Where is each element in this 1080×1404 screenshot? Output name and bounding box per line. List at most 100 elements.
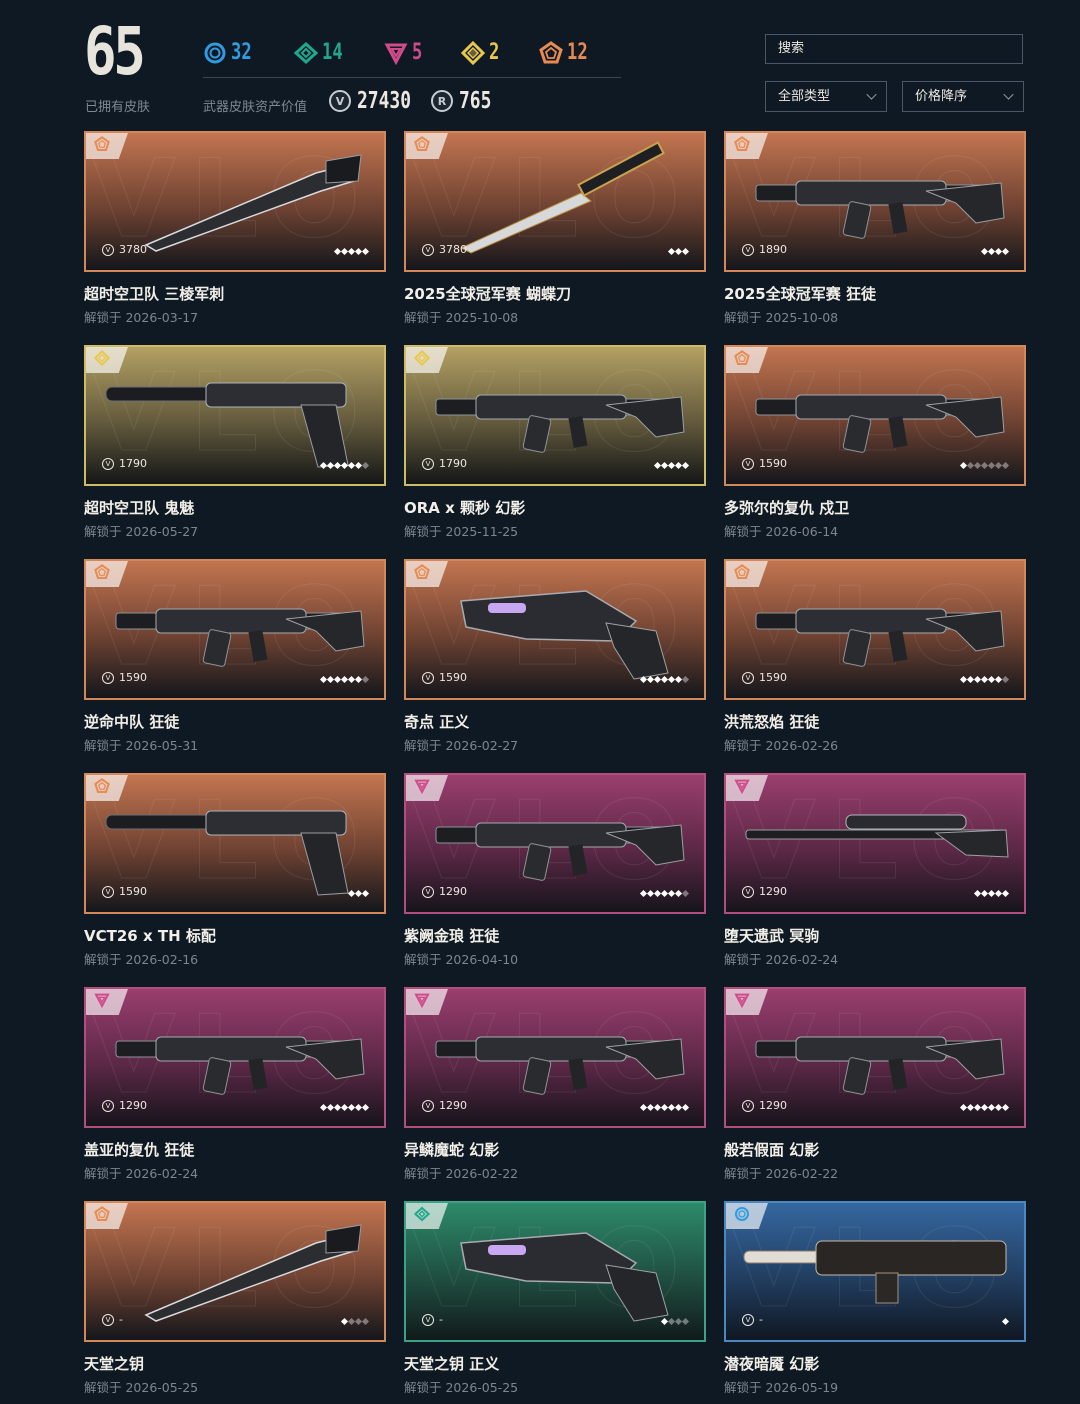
skin-image-panel[interactable]: VLOI V 1590 xyxy=(724,345,1026,486)
valorant-points-icon: V xyxy=(742,885,754,898)
valorant-points-icon: V xyxy=(422,243,434,256)
skin-image-panel[interactable]: VLOI V 1590 xyxy=(84,773,386,914)
skin-card[interactable]: VLOI V 3780 超时空卫队 三棱军刺 解锁于 2026-03-17 xyxy=(84,131,386,331)
sort-select[interactable]: 价格降序 xyxy=(902,81,1024,112)
skin-card[interactable]: VLOI V - 天堂之钥 正义 解锁于 2026-05-25 xyxy=(404,1201,706,1401)
skin-image-panel[interactable]: VLOI V 3780 xyxy=(84,131,386,272)
premium-tier-icon xyxy=(414,778,430,798)
level-pip xyxy=(361,889,370,898)
skin-card[interactable]: VLOI V 1790 ORA x 颗秒 幻影 解锁于 2025-11-25 xyxy=(404,345,706,545)
valorant-points-icon: V xyxy=(742,1313,754,1326)
rp-value: R 765 xyxy=(431,88,501,114)
skin-price-value: 1290 xyxy=(759,1099,787,1112)
level-pip xyxy=(1001,1317,1010,1326)
tier-count-premium: 5 xyxy=(384,40,425,65)
skin-image-panel[interactable]: VLOI V 3780 xyxy=(404,131,706,272)
skin-image-panel[interactable]: VLOI V 1790 xyxy=(84,345,386,486)
skin-name: 2025全球冠军赛 狂徒 xyxy=(724,285,876,303)
skin-price: V 1590 xyxy=(742,671,787,684)
skin-unlock-date: 解锁于 2026-05-31 xyxy=(84,738,199,753)
skin-card[interactable]: VLOI V 1590 洪荒怒焰 狂徒 解锁于 2026-02-26 xyxy=(724,559,1026,759)
skin-name: ORA x 颗秒 幻影 xyxy=(404,499,526,517)
valorant-points-icon: V xyxy=(102,457,114,470)
level-pip xyxy=(361,1317,370,1326)
ultra-tier-count: 2 xyxy=(489,40,500,65)
level-pip xyxy=(681,1103,690,1112)
skin-price: V - xyxy=(422,1313,443,1326)
weapon-image xyxy=(86,1203,384,1340)
skin-price: V 1790 xyxy=(422,457,467,470)
level-pip xyxy=(361,461,370,470)
skin-card[interactable]: VLOI V 1590 多弥尔的复仇 戍卫 解锁于 2026-06-14 xyxy=(724,345,1026,545)
level-pip xyxy=(1001,889,1010,898)
tier-count-select: 32 xyxy=(203,40,258,65)
skin-image-panel[interactable]: VLOI V 1290 xyxy=(724,987,1026,1128)
valorant-points-icon: V xyxy=(422,885,434,898)
skin-name: 多弥尔的复仇 戍卫 xyxy=(724,499,850,517)
skin-image-panel[interactable]: VLOI V 1290 xyxy=(404,773,706,914)
skin-card[interactable]: VLOI V 1290 紫阙金琅 狂徒 解锁于 2026-04-10 xyxy=(404,773,706,973)
skin-image-panel[interactable]: VLOI V - xyxy=(724,1201,1026,1342)
skin-price: V 1290 xyxy=(742,1099,787,1112)
level-pip xyxy=(1001,675,1010,684)
skin-card[interactable]: VLOI V 3780 2025全球冠军赛 蝴蝶刀 解锁于 2025-10-08 xyxy=(404,131,706,331)
skin-card[interactable]: VLOI V - 天堂之钥 解锁于 2026-05-25 xyxy=(84,1201,386,1401)
level-pip xyxy=(681,247,690,256)
skin-image-panel[interactable]: VLOI V 1290 xyxy=(404,987,706,1128)
skin-unlock-date: 解锁于 2026-05-25 xyxy=(404,1380,519,1395)
valorant-points-icon: V xyxy=(102,1313,114,1326)
skin-image-panel[interactable]: VLOI V - xyxy=(404,1201,706,1342)
skin-image-panel[interactable]: VLOI V 1290 xyxy=(724,773,1026,914)
skin-price-value: 1290 xyxy=(439,885,467,898)
level-pip xyxy=(1001,247,1010,256)
skin-card[interactable]: VLOI V 1790 超时空卫队 鬼魅 解锁于 2026-05-27 xyxy=(84,345,386,545)
skin-price-value: 1790 xyxy=(119,457,147,470)
skin-name: 超时空卫队 三棱军刺 xyxy=(84,285,225,303)
skin-unlock-date: 解锁于 2025-11-25 xyxy=(404,524,519,539)
skin-price-value: 1290 xyxy=(439,1099,467,1112)
skin-image-panel[interactable]: VLOI V 1790 xyxy=(404,345,706,486)
upgrade-levels xyxy=(667,247,690,256)
deluxe-tier-icon xyxy=(413,1206,431,1226)
skin-price-value: 1590 xyxy=(759,457,787,470)
skin-price-value: - xyxy=(119,1313,123,1326)
skin-name: 异鳞魔蛇 幻影 xyxy=(404,1141,500,1159)
skin-card[interactable]: VLOI V - 潜夜暗魇 幻影 解锁于 2026-05-19 xyxy=(724,1201,1026,1401)
skin-price-value: - xyxy=(759,1313,763,1326)
skin-name: 逆命中队 狂徒 xyxy=(84,713,180,731)
skin-unlock-date: 解锁于 2026-02-26 xyxy=(724,738,839,753)
upgrade-levels xyxy=(980,247,1010,256)
weapon-image xyxy=(726,1203,1024,1340)
sort-value: 价格降序 xyxy=(915,89,968,104)
skin-price: V - xyxy=(102,1313,123,1326)
skin-image-panel[interactable]: VLOI V 1290 xyxy=(84,987,386,1128)
skin-card[interactable]: VLOI V 1590 VCT26 x TH 标配 解锁于 2026-02-16 xyxy=(84,773,386,973)
skin-image-panel[interactable]: VLOI V 1590 xyxy=(724,559,1026,700)
skin-card[interactable]: VLOI V 1890 2025全球冠军赛 狂徒 解锁于 2025-10-08 xyxy=(724,131,1026,331)
collection-header: 65 已拥有皮肤 32 14 5 2 12 武器皮肤资产价值 V 27430 R… xyxy=(0,0,1080,130)
skin-image-panel[interactable]: VLOI V 1890 xyxy=(724,131,1026,272)
skin-card[interactable]: VLOI V 1290 般若假面 幻影 解锁于 2026-02-22 xyxy=(724,987,1026,1187)
skin-card[interactable]: VLOI V 1590 奇点 正义 解锁于 2026-02-27 xyxy=(404,559,706,759)
tier-divider xyxy=(203,77,621,78)
skin-card[interactable]: VLOI V 1590 逆命中队 狂徒 解锁于 2026-05-31 xyxy=(84,559,386,759)
tier-count-exclusive: 12 xyxy=(538,40,594,65)
skin-price-value: 1290 xyxy=(759,885,787,898)
skin-unlock-date: 解锁于 2026-02-22 xyxy=(404,1166,519,1181)
valorant-points-icon: V xyxy=(422,1099,434,1112)
type-filter-select[interactable]: 全部类型 xyxy=(765,81,887,112)
skin-unlock-date: 解锁于 2026-02-24 xyxy=(84,1166,199,1181)
valorant-points-icon: V xyxy=(422,671,434,684)
skin-card[interactable]: VLOI V 1290 堕天遗武 冥驹 解锁于 2026-02-24 xyxy=(724,773,1026,973)
search-input[interactable]: 搜索 xyxy=(765,34,1023,64)
asset-value-label: 武器皮肤资产价值 xyxy=(203,100,308,115)
upgrade-levels xyxy=(959,1103,1010,1112)
skin-image-panel[interactable]: VLOI V - xyxy=(84,1201,386,1342)
skin-card[interactable]: VLOI V 1290 盖亚的复仇 狂徒 解锁于 2026-02-24 xyxy=(84,987,386,1187)
skin-image-panel[interactable]: VLOI V 1590 xyxy=(84,559,386,700)
skin-price: V 1590 xyxy=(422,671,467,684)
skin-name: 般若假面 幻影 xyxy=(724,1141,820,1159)
skin-card[interactable]: VLOI V 1290 异鳞魔蛇 幻影 解锁于 2026-02-22 xyxy=(404,987,706,1187)
skin-image-panel[interactable]: VLOI V 1590 xyxy=(404,559,706,700)
level-pip xyxy=(681,1317,690,1326)
